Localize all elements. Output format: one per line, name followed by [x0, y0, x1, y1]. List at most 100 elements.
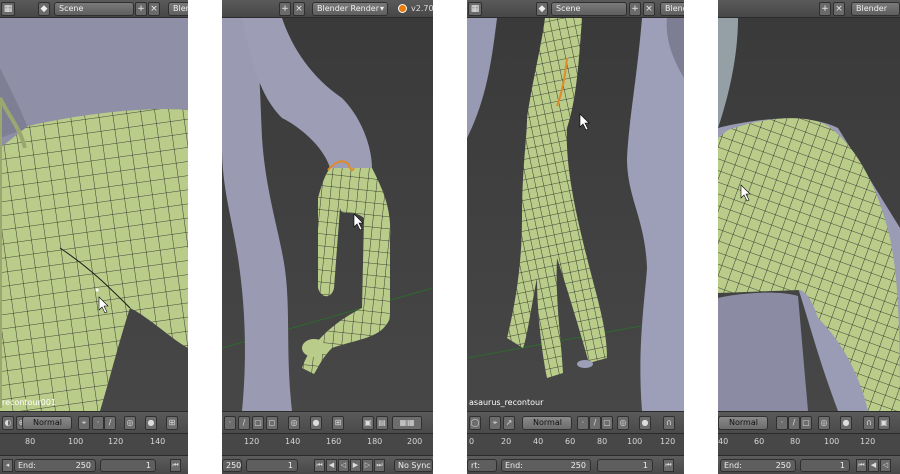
editor-type-icon[interactable]: ◐ [2, 416, 14, 430]
snap-target-icon[interactable]: ⊞ [166, 416, 178, 430]
edge-select-icon[interactable]: / [238, 416, 250, 430]
current-frame-field[interactable]: 1 [246, 459, 298, 472]
pivot-icon[interactable]: ⌖ [489, 416, 501, 430]
screen-layout-icon[interactable]: ▦ [1, 2, 15, 16]
delete-scene-icon[interactable]: × [293, 2, 305, 16]
play-reverse-icon[interactable]: ◁ [880, 459, 891, 472]
end-frame-field[interactable]: End: 250 [501, 459, 591, 472]
timeline-controls: 250 1 ⏮ ◀ ◁ ▶ ▷ ⏭ No Sync [222, 455, 433, 474]
current-frame-field[interactable]: 1 [597, 459, 653, 472]
vertex-select-icon[interactable]: · [92, 416, 104, 430]
snap-icon[interactable]: ● [310, 416, 322, 430]
timeline[interactable]: 0 20 40 60 80 100 120 [467, 433, 684, 455]
next-keyframe-icon[interactable]: ▷ [362, 459, 373, 472]
face-select-icon[interactable]: ▢ [601, 416, 613, 430]
end-frame-label: End: [505, 461, 523, 470]
play-reverse-icon[interactable]: ◁ [338, 459, 349, 472]
add-scene-icon[interactable]: + [279, 2, 291, 16]
vertex-select-icon[interactable]: · [776, 416, 788, 430]
keying-icon[interactable]: ◂ [2, 459, 13, 472]
current-frame-value: 1 [642, 461, 648, 470]
timeline-tick: 40 [718, 437, 729, 446]
timeline-tick: 60 [754, 437, 765, 446]
vertex-select-icon[interactable]: · [577, 416, 589, 430]
proportional-edit-icon[interactable]: ◎ [288, 416, 300, 430]
viewport-toolbar: ◐ ⊕ Normal ⌖ · / ◎ ● ⊞ [0, 411, 188, 433]
transform-orientation-select[interactable]: Normal [22, 416, 72, 430]
snap-icon[interactable]: ● [840, 416, 852, 430]
jump-start-icon[interactable]: ⏮ [856, 459, 867, 472]
timeline[interactable]: 80 100 120 140 [0, 433, 188, 455]
pivot-icon[interactable]: ⌖ [78, 416, 90, 430]
scene-selector[interactable]: Scene [54, 2, 134, 16]
sync-mode-select[interactable]: No Sync [394, 459, 433, 472]
end-frame-value: 250 [75, 461, 91, 470]
face-select-icon[interactable]: ▢ [252, 416, 264, 430]
current-frame-field[interactable]: 1 [800, 459, 850, 472]
proportional-edit-icon[interactable]: ◎ [124, 416, 136, 430]
scene-type-icon[interactable]: ◆ [38, 2, 50, 16]
jump-start-icon[interactable]: ⏮ [314, 459, 325, 472]
separator [684, 0, 718, 474]
end-frame-field[interactable]: End: 250 [14, 459, 96, 472]
prev-keyframe-icon[interactable]: ◀ [868, 459, 879, 472]
add-scene-icon[interactable]: + [135, 2, 147, 16]
render-icon[interactable]: ▣ [878, 416, 890, 430]
layers-icon[interactable]: ▦▦ [392, 416, 422, 430]
3d-viewport[interactable]: asaurus_recontour [467, 18, 684, 411]
end-frame-field[interactable]: End: 250 [720, 459, 796, 472]
shading-icon[interactable]: ◯ [469, 416, 481, 430]
screen-layout-icon[interactable]: ▦ [468, 2, 482, 16]
jump-start-icon[interactable]: ⏮ [663, 459, 674, 472]
mouse-cursor-icon [353, 213, 364, 231]
render-engine-selector[interactable]: Blende [168, 2, 188, 16]
timeline-tick: 100 [627, 437, 643, 446]
jump-end-icon[interactable]: ⏭ [374, 459, 385, 472]
scene-type-icon[interactable]: ◆ [536, 2, 548, 16]
face-select-icon[interactable]: ▢ [800, 416, 812, 430]
prev-keyframe-icon[interactable]: ◀ [326, 459, 337, 472]
render-engine-selector[interactable]: Blende [660, 2, 684, 16]
snap-icon[interactable]: ● [145, 416, 157, 430]
start-frame-field[interactable]: rt: [467, 459, 497, 472]
3d-viewport[interactable] [718, 18, 900, 411]
edge-select-icon[interactable]: / [104, 416, 116, 430]
render-animation-icon[interactable]: ▤ [376, 416, 388, 430]
vertex-select-icon[interactable]: · [224, 416, 236, 430]
manipulator-icon[interactable]: ↗ [503, 416, 515, 430]
delete-scene-icon[interactable]: × [148, 2, 160, 16]
limit-selection-icon[interactable]: ◻ [266, 416, 278, 430]
end-frame-value: 250 [570, 461, 586, 470]
render-engine-selector[interactable]: Blender [851, 2, 900, 16]
start-frame-field[interactable]: 250 [222, 459, 242, 472]
timeline-tick: 0 [469, 437, 475, 446]
edge-select-icon[interactable]: / [589, 416, 601, 430]
scene-selector[interactable]: Scene [551, 2, 627, 16]
add-scene-icon[interactable]: + [819, 2, 831, 16]
render-icon[interactable]: ▣ [362, 416, 374, 430]
proportional-edit-icon[interactable]: ◎ [617, 416, 629, 430]
edge-select-icon[interactable]: / [788, 416, 800, 430]
add-scene-icon[interactable]: + [629, 2, 641, 16]
jump-start-icon[interactable]: ⏮ [170, 459, 181, 472]
3d-viewport[interactable] [222, 18, 433, 411]
mouse-cursor-icon [579, 113, 590, 131]
proportional-edit-icon[interactable]: ◎ [818, 416, 830, 430]
timeline-tick: 60 [565, 437, 576, 446]
snap-target-icon[interactable]: ⊞ [332, 416, 344, 430]
3d-viewport[interactable]: recontour001 [0, 18, 188, 411]
transform-orientation-select[interactable]: Normal [718, 416, 768, 430]
leg-mesh [627, 18, 684, 411]
delete-scene-icon[interactable]: × [643, 2, 655, 16]
current-frame-field[interactable]: 1 [100, 459, 156, 472]
snap-magnet-icon[interactable]: ∩ [863, 416, 875, 430]
timeline-controls: ◂ End: 250 1 ⏮ [0, 455, 188, 474]
play-icon[interactable]: ▶ [350, 459, 361, 472]
transform-orientation-select[interactable]: Normal [522, 416, 572, 430]
snap-icon[interactable]: ● [639, 416, 651, 430]
timeline[interactable]: 120 140 160 180 200 [222, 433, 433, 455]
timeline[interactable]: 40 60 80 100 120 [718, 433, 900, 455]
render-engine-selector[interactable]: Blender Render ▾ [312, 2, 388, 16]
delete-scene-icon[interactable]: × [833, 2, 845, 16]
snap-magnet-icon[interactable]: ∩ [663, 416, 675, 430]
